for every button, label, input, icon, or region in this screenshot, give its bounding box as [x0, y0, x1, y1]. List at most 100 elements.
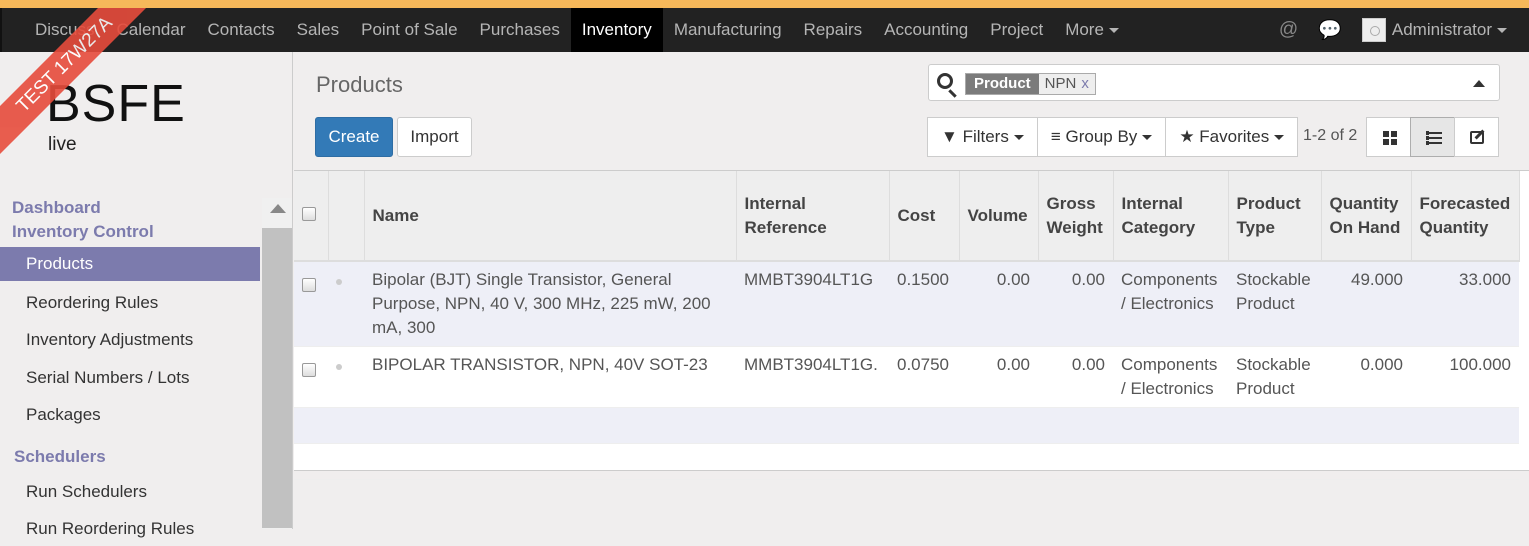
top-navbar: Discuss Calendar Contacts Sales Point of… — [0, 0, 1529, 52]
col-internal-reference[interactable]: Internal Reference — [736, 171, 890, 262]
col-gross-weight[interactable]: Gross Weight — [1038, 171, 1114, 262]
cell-internal-reference[interactable]: MMBT3904LT1G — [736, 261, 889, 347]
cell-product-type[interactable]: Stockable Product — [1228, 261, 1321, 347]
chevron-down-icon — [1013, 135, 1024, 141]
sidebar-item-run-schedulers[interactable]: Run Schedulers — [0, 475, 260, 509]
table-header-row: Name Internal Reference Cost Volume Gros… — [294, 171, 1520, 262]
cell-volume[interactable]: 0.00 — [959, 261, 1038, 347]
sidebar-item-run-reordering-rules[interactable]: Run Reordering Rules — [0, 512, 260, 546]
user-name: Administrator — [1391, 20, 1492, 39]
menu-project[interactable]: Project — [979, 8, 1054, 52]
cell-gross-weight[interactable]: 0.00 — [1038, 261, 1113, 347]
menu-repairs[interactable]: Repairs — [793, 8, 874, 52]
menu-purchases[interactable]: Purchases — [469, 8, 571, 52]
search-bar[interactable]: Product NPN x — [928, 64, 1500, 101]
col-product-type[interactable]: Product Type — [1228, 171, 1322, 262]
search-options-toggle-icon[interactable] — [1473, 80, 1485, 87]
col-name[interactable]: Name — [364, 171, 737, 262]
drag-handle-icon[interactable] — [336, 279, 342, 285]
row-checkbox[interactable] — [302, 278, 316, 292]
facet-remove-icon[interactable]: x — [1081, 75, 1089, 92]
facet-value: NPN x — [1038, 74, 1095, 94]
kanban-view-button[interactable] — [1366, 117, 1411, 157]
cell-quantity-on-hand[interactable]: 49.000 — [1321, 261, 1411, 347]
filters-button[interactable]: ▼ Filters — [927, 117, 1038, 157]
form-view-button[interactable] — [1454, 117, 1499, 157]
ribbon-label: TEST 17W27A — [0, 8, 162, 162]
list-icon — [1426, 131, 1442, 145]
cell-cost[interactable]: 0.1500 — [889, 261, 959, 347]
table-row[interactable]: Bipolar (BJT) Single Transistor, General… — [294, 261, 1519, 347]
pager-value[interactable]: 1-2 of 2 — [1303, 127, 1357, 145]
row-select-cell — [294, 346, 328, 408]
sidebar-scrollbar[interactable] — [262, 198, 292, 529]
menu-manufacturing[interactable]: Manufacturing — [663, 8, 793, 52]
menu-sales[interactable]: Sales — [286, 8, 351, 52]
cell-internal-category[interactable]: Components / Electronics — [1113, 346, 1228, 408]
facet-value-text: NPN — [1044, 75, 1077, 92]
search-facet: Product NPN x — [965, 73, 1096, 95]
menu-contacts[interactable]: Contacts — [197, 8, 286, 52]
avatar[interactable] — [1361, 18, 1386, 42]
sidebar-item-products[interactable]: Products — [0, 247, 260, 281]
chat-icon[interactable]: 💬 — [1318, 18, 1342, 42]
cell-forecasted-quantity[interactable]: 33.000 — [1411, 261, 1519, 347]
cell-product-type[interactable]: Stockable Product — [1228, 346, 1321, 408]
cell-volume[interactable]: 0.00 — [959, 346, 1038, 408]
test-ribbon: TEST 17W27A — [0, 8, 170, 178]
table-row[interactable]: BIPOLAR TRANSISTOR, NPN, 40V SOT-23 MMBT… — [294, 346, 1519, 408]
row-checkbox[interactable] — [302, 363, 316, 377]
page-title: Products — [316, 72, 403, 97]
col-internal-category[interactable]: Internal Category — [1113, 171, 1229, 262]
col-quantity-on-hand[interactable]: Quantity On Hand — [1321, 171, 1412, 262]
col-forecasted-quantity[interactable]: Forecasted Quantity — [1411, 171, 1520, 262]
cell-name[interactable]: Bipolar (BJT) Single Transistor, General… — [364, 261, 736, 347]
chevron-down-icon — [1142, 135, 1153, 141]
filters-label: Filters — [962, 127, 1009, 146]
groupby-button[interactable]: ≡ Group By — [1036, 117, 1167, 157]
menu-more-label: More — [1065, 20, 1104, 39]
main-content: Products Product NPN x Create Import ▼ Fi… — [294, 52, 1529, 529]
sidebar-item-inventory-adjustments[interactable]: Inventory Adjustments — [0, 323, 260, 357]
list-view-button[interactable] — [1410, 117, 1455, 157]
sidebar-item-reordering-rules[interactable]: Reordering Rules — [0, 286, 260, 320]
col-cost[interactable]: Cost — [889, 171, 960, 262]
cell-cost[interactable]: 0.0750 — [889, 346, 959, 408]
scroll-up-icon[interactable] — [270, 204, 286, 213]
select-all-cell — [294, 171, 329, 262]
cell-internal-category[interactable]: Components / Electronics — [1113, 261, 1228, 347]
select-all-checkbox[interactable] — [302, 207, 316, 221]
create-button[interactable]: Create — [315, 117, 393, 157]
col-volume[interactable]: Volume — [959, 171, 1039, 262]
cell-name[interactable]: BIPOLAR TRANSISTOR, NPN, 40V SOT-23 — [364, 346, 736, 408]
menu-more[interactable]: More — [1054, 8, 1130, 52]
drag-handle-icon[interactable] — [336, 364, 342, 370]
cell-quantity-on-hand[interactable]: 0.000 — [1321, 346, 1411, 408]
empty-row — [294, 443, 1519, 480]
cell-gross-weight[interactable]: 0.00 — [1038, 346, 1113, 408]
row-handle-cell — [328, 346, 364, 408]
sidebar-item-packages[interactable]: Packages — [0, 398, 260, 432]
filter-icon: ▼ — [941, 127, 958, 146]
at-icon[interactable]: @ — [1279, 19, 1298, 41]
search-options-group: ▼ Filters ≡ Group By ★ Favorites — [927, 117, 1299, 157]
cell-internal-reference[interactable]: MMBT3904LT1G. — [736, 346, 889, 408]
user-menu[interactable]: Administrator — [1392, 20, 1507, 40]
chevron-down-icon — [1497, 28, 1507, 34]
chevron-down-icon — [1274, 135, 1285, 141]
sidebar-section-line: Dashboard — [12, 198, 101, 217]
bars-icon: ≡ — [1050, 127, 1061, 146]
import-button[interactable]: Import — [397, 117, 472, 157]
favorites-button[interactable]: ★ Favorites — [1165, 117, 1299, 157]
sidebar-item-serial-numbers[interactable]: Serial Numbers / Lots — [0, 361, 260, 395]
navbar-inner: Discuss Calendar Contacts Sales Point of… — [0, 8, 1519, 52]
cell-forecasted-quantity[interactable]: 100.000 — [1411, 346, 1519, 408]
menu-point-of-sale[interactable]: Point of Sale — [350, 8, 468, 52]
menu-accounting[interactable]: Accounting — [873, 8, 979, 52]
star-icon: ★ — [1179, 127, 1195, 146]
favorites-label: Favorites — [1199, 127, 1270, 146]
scroll-thumb[interactable] — [262, 228, 292, 528]
sidebar-section-schedulers: Schedulers — [14, 447, 106, 466]
menu-inventory[interactable]: Inventory — [570, 8, 663, 52]
sidebar-section-dashboard[interactable]: Dashboard Inventory Control — [12, 196, 154, 244]
